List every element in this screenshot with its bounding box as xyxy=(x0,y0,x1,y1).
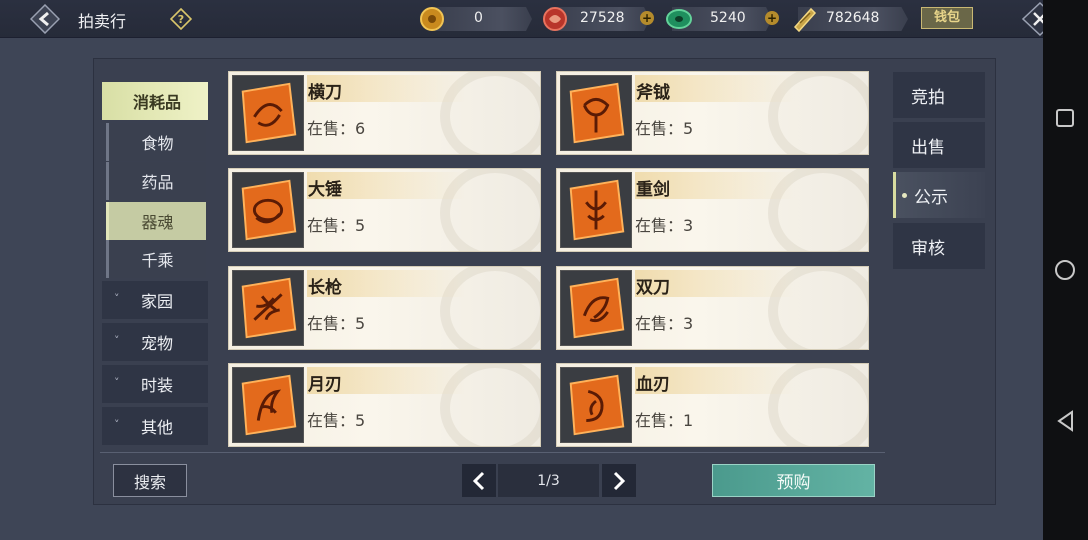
currency-red-jade-value: 27528 xyxy=(580,10,625,26)
page-indicator: 1/3 xyxy=(498,464,599,497)
item-stock: 在售：5 xyxy=(307,216,366,235)
blood-blade-item-icon xyxy=(560,367,632,443)
item-stock: 在售：1 xyxy=(635,411,694,430)
spear-item-icon xyxy=(232,270,304,346)
system-back-icon[interactable] xyxy=(1055,410,1077,432)
item-name: 大锤 xyxy=(308,180,342,200)
item-stock: 在售：6 xyxy=(307,119,366,138)
wallet-button[interactable]: 钱包 xyxy=(921,7,973,29)
help-icon[interactable]: ? xyxy=(170,8,192,30)
chevron-right-icon xyxy=(613,471,626,490)
red-jade-icon xyxy=(543,7,567,31)
dual-blades-item-icon xyxy=(560,270,632,346)
gold-coin-icon xyxy=(420,7,444,31)
prev-page-button[interactable] xyxy=(462,464,496,497)
subcategory-label: 药品 xyxy=(141,173,174,192)
home-icon[interactable] xyxy=(1055,260,1075,280)
category-label: 其他 xyxy=(140,418,173,437)
add-green-jade-icon[interactable]: + xyxy=(765,11,779,25)
top-bar: 拍卖行 ? 0 27528 + 5240 + 782648 钱包 xyxy=(0,0,1058,38)
preorder-button[interactable]: 预购 xyxy=(712,464,875,497)
page-title: 拍卖行 xyxy=(78,12,127,31)
chevron-down-icon: ˅ xyxy=(114,292,120,305)
subcategory-label: 食物 xyxy=(141,134,174,153)
active-dot-icon xyxy=(902,193,907,198)
item-card[interactable]: 横刀 在售：6 xyxy=(228,71,541,155)
category-home[interactable]: ˅ 家园 xyxy=(102,281,208,319)
item-stock: 在售：5 xyxy=(307,411,366,430)
subcategory-chariot[interactable]: 千乘 xyxy=(106,240,206,278)
add-red-jade-icon[interactable]: + xyxy=(640,11,654,25)
divider xyxy=(100,452,885,453)
hammer-item-icon xyxy=(232,172,304,248)
chevron-down-icon: ˅ xyxy=(114,334,120,347)
category-fashion[interactable]: ˅ 时装 xyxy=(102,365,208,403)
chevron-down-icon: ˅ xyxy=(114,376,120,389)
category-consumables[interactable]: 消耗品 xyxy=(102,82,208,120)
item-card[interactable]: 重剑 在售：3 xyxy=(556,168,869,252)
item-name: 月刃 xyxy=(308,375,342,395)
saber-item-icon xyxy=(232,75,304,151)
back-icon[interactable] xyxy=(30,4,60,34)
category-label: 家园 xyxy=(140,292,173,311)
item-card[interactable]: 月刃 在售：5 xyxy=(228,363,541,447)
category-pets[interactable]: ˅ 宠物 xyxy=(102,323,208,361)
tab-public-notice[interactable]: 公示 xyxy=(893,172,985,218)
item-card[interactable]: 长枪 在售：5 xyxy=(228,266,541,350)
category-label: 消耗品 xyxy=(132,93,181,112)
axe-item-icon xyxy=(560,75,632,151)
currency-silver-value: 782648 xyxy=(826,10,880,26)
item-stock: 在售：3 xyxy=(635,216,694,235)
item-card[interactable]: 血刃 在售：1 xyxy=(556,363,869,447)
item-stock: 在售：3 xyxy=(635,314,694,333)
category-sidebar: 消耗品 食物 药品 器魂 千乘 ˅ 家园 ˅ 宠物 ˅ 时装 ˅ 其他 xyxy=(100,70,210,448)
subcategory-food[interactable]: 食物 xyxy=(106,123,206,161)
tab-label: 出售 xyxy=(911,137,945,158)
item-name: 血刃 xyxy=(636,375,670,395)
item-card[interactable]: 斧钺 在售：5 xyxy=(556,71,869,155)
category-other[interactable]: ˅ 其他 xyxy=(102,407,208,445)
item-card[interactable]: 大锤 在售：5 xyxy=(228,168,541,252)
item-name: 重剑 xyxy=(636,180,670,200)
next-page-button[interactable] xyxy=(602,464,636,497)
tab-label: 公示 xyxy=(914,187,948,208)
subcategory-label: 千乘 xyxy=(141,251,174,270)
currency-green-jade-value: 5240 xyxy=(710,10,746,26)
green-jade-icon xyxy=(666,9,692,29)
item-name: 斧钺 xyxy=(636,83,670,103)
greatsword-item-icon xyxy=(560,172,632,248)
subcategory-medicine[interactable]: 药品 xyxy=(106,162,206,200)
subcategory-label: 器魂 xyxy=(141,213,174,232)
item-name: 长枪 xyxy=(308,278,342,298)
item-name: 横刀 xyxy=(308,83,342,103)
category-label: 宠物 xyxy=(140,334,173,353)
subcategory-weapon-soul[interactable]: 器魂 xyxy=(106,202,206,240)
recent-apps-icon[interactable] xyxy=(1056,109,1074,127)
svg-text:?: ? xyxy=(178,13,184,26)
category-label: 时装 xyxy=(140,376,173,395)
item-stock: 在售：5 xyxy=(635,119,694,138)
item-stock: 在售：5 xyxy=(307,314,366,333)
system-nav-bar xyxy=(1043,0,1088,540)
tab-label: 审核 xyxy=(911,238,945,259)
moon-blade-item-icon xyxy=(232,367,304,443)
tab-sell[interactable]: 出售 xyxy=(893,122,985,168)
item-card[interactable]: 双刀 在售：3 xyxy=(556,266,869,350)
currency-gold: 0 xyxy=(432,7,532,31)
chevron-down-icon: ˅ xyxy=(114,418,120,431)
currency-gold-value: 0 xyxy=(474,10,483,26)
item-name: 双刀 xyxy=(636,278,670,298)
tab-bidding[interactable]: 竞拍 xyxy=(893,72,985,118)
silver-ingot-icon xyxy=(793,7,817,33)
chevron-left-icon xyxy=(472,471,485,490)
tab-review[interactable]: 审核 xyxy=(893,223,985,269)
search-button[interactable]: 搜索 xyxy=(113,464,187,497)
tab-label: 竞拍 xyxy=(911,87,945,108)
